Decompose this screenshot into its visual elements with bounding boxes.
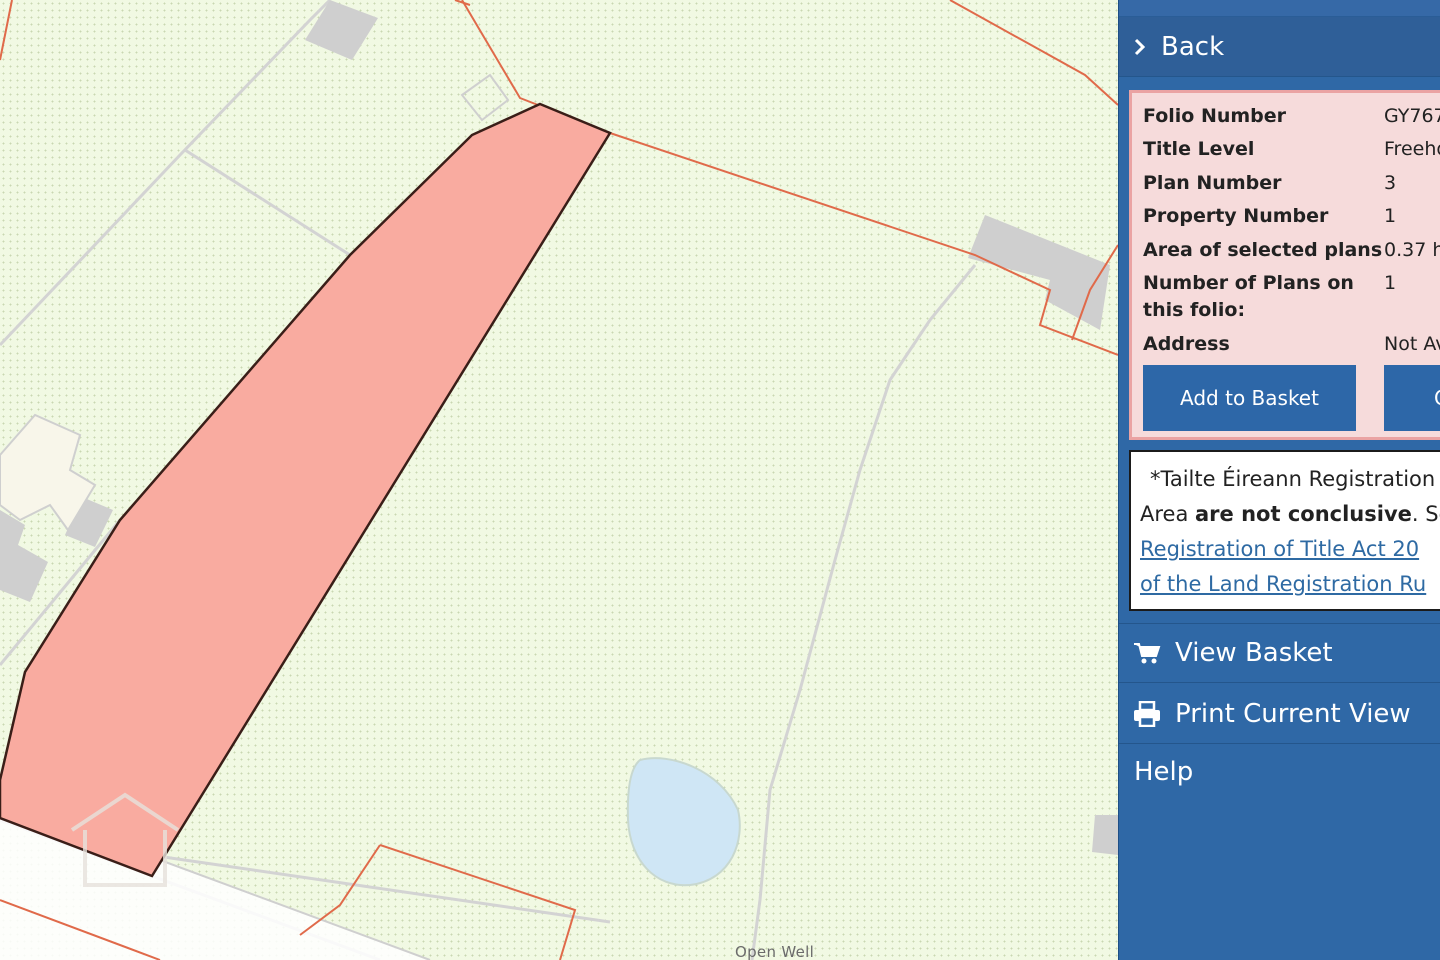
pond bbox=[626, 757, 741, 887]
print-current-view-label: Print Current View bbox=[1175, 698, 1411, 729]
small-structure bbox=[460, 73, 510, 122]
secondary-action-button[interactable]: C bbox=[1384, 365, 1440, 431]
land-registration-rules-link[interactable]: of the Land Registration Ru bbox=[1140, 572, 1426, 596]
help-link[interactable]: Help bbox=[1119, 742, 1440, 802]
disclaimer-line-1: *Tailte Éireann Registration Bo bbox=[1150, 467, 1440, 491]
help-label: Help bbox=[1134, 757, 1194, 787]
cart-icon bbox=[1119, 641, 1175, 665]
registration-act-link[interactable]: Registration of Title Act 20 bbox=[1140, 537, 1419, 561]
back-button[interactable]: Back bbox=[1119, 17, 1440, 77]
disclaimer-line-2: Area are not conclusive. See bbox=[1140, 502, 1440, 526]
disclaimer-box: *Tailte Éireann Registration Bo Area are… bbox=[1129, 450, 1440, 611]
map-canvas[interactable] bbox=[0, 0, 1118, 960]
map-view[interactable]: Open Well bbox=[0, 0, 1118, 960]
view-basket-label: View Basket bbox=[1175, 638, 1333, 668]
printer-icon bbox=[1119, 700, 1175, 727]
back-label: Back bbox=[1161, 31, 1225, 62]
view-basket-button[interactable]: View Basket bbox=[1119, 623, 1440, 683]
print-current-view-button[interactable]: Print Current View bbox=[1119, 684, 1440, 744]
chevron-right-icon bbox=[1119, 38, 1161, 56]
side-panel: Back Folio Number GY767 Title Level Free… bbox=[1118, 0, 1440, 960]
panel-top-strip bbox=[1119, 0, 1440, 17]
map-label-open-well: Open Well bbox=[735, 943, 815, 960]
folio-info-card: Folio Number GY767 Title Level Freeho Pl… bbox=[1129, 90, 1440, 440]
add-to-basket-button[interactable]: Add to Basket bbox=[1143, 365, 1356, 431]
